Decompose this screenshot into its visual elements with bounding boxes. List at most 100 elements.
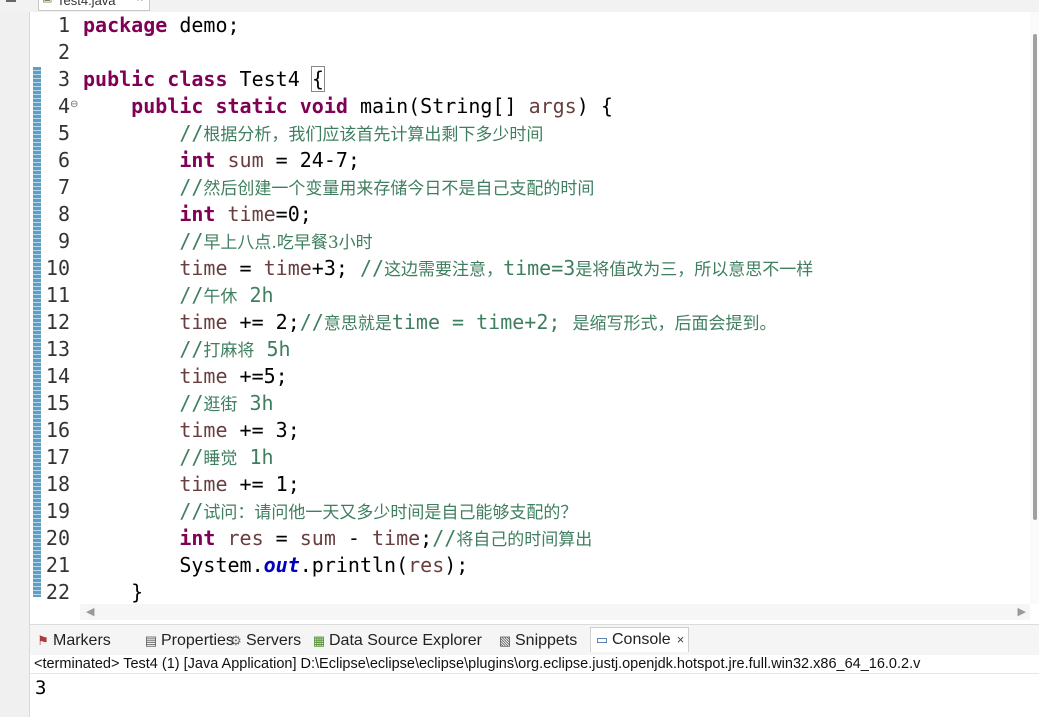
tab-snippets[interactable]: ▧ Snippets	[498, 629, 577, 653]
code-token: //	[179, 229, 204, 253]
line-number: 20	[45, 526, 70, 550]
code-token: class	[167, 67, 228, 91]
code-token: static	[215, 94, 288, 118]
line-number: 5	[57, 121, 70, 145]
overview-ruler[interactable]	[1030, 12, 1039, 604]
code-line[interactable]: 7 //然后创建一个变量用来存储今日不是自己支配的时间	[30, 174, 1030, 201]
tab-console[interactable]: ▭ Console ×	[590, 627, 690, 652]
code-line[interactable]: 18 time += 1;	[30, 471, 1030, 498]
code-token: 意思就是	[323, 314, 392, 334]
close-icon[interactable]: ×	[137, 0, 143, 6]
code-text: time +=5;	[83, 363, 288, 390]
code-line[interactable]: 15 //逛街 3h	[30, 390, 1030, 417]
line-number: 6	[57, 148, 70, 172]
code-editor[interactable]: 1 package demo; 2 3 public class Test4 {4 ⊖ p…	[30, 12, 1039, 620]
code-line[interactable]: 9 //早上八点.吃早餐3小时	[30, 228, 1030, 255]
code-line[interactable]: 10 time = time+3; //这边需要注意，time=3是将值改为三，…	[30, 255, 1030, 282]
line-number: 22	[45, 580, 70, 604]
horizontal-scrollbar[interactable]: ◀ ▶	[80, 604, 1030, 620]
code-line[interactable]: 21 System.out.println(res);	[30, 552, 1030, 579]
code-line[interactable]: 13 //打麻将 5h	[30, 336, 1030, 363]
code-line[interactable]: 22 }	[30, 579, 1030, 606]
code-token: 根据分析，我们应该首先计算出剩下多少时间	[203, 125, 544, 145]
code-text: //试问：请问他一天又多少时间是自己能够支配的？	[83, 498, 577, 527]
code-line[interactable]: 3 public class Test4 {	[30, 66, 1030, 93]
code-token: time	[179, 310, 228, 334]
code-token: //	[179, 175, 204, 199]
code-line[interactable]: 17 //睡觉 1h	[30, 444, 1030, 471]
code-line[interactable]: 6 int sum = 24-7;	[30, 147, 1030, 174]
code-token: time	[227, 202, 276, 226]
code-token: 打麻将	[203, 341, 255, 361]
servers-icon: ⚙	[230, 633, 242, 648]
code-line[interactable]: 8 int time=0;	[30, 201, 1030, 228]
code-token: 然后创建一个变量用来存储今日不是自己支配的时间	[203, 179, 595, 199]
code-line[interactable]: 2	[30, 39, 1030, 66]
code-text: int sum = 24-7;	[83, 147, 360, 174]
line-number: 3	[57, 67, 70, 91]
code-token: 是将值改为三，所以意思不一样	[575, 260, 814, 280]
code-token: //	[179, 337, 204, 361]
code-line[interactable]: 5 //根据分析，我们应该首先计算出剩下多少时间	[30, 120, 1030, 147]
code-line[interactable]: 12 time += 2;//意思就是time = time+2; 是缩写形式，…	[30, 309, 1030, 336]
code-token: +=5;	[227, 364, 288, 388]
tab-label: Properties	[161, 632, 234, 649]
fold-toggle-icon[interactable]: ⊖	[70, 93, 78, 117]
code-token: 3h	[237, 391, 274, 415]
code-text: time = time+3; //这边需要注意，time=3是将值改为三，所以意…	[83, 255, 813, 284]
tab-properties[interactable]: ▤ Properties	[144, 629, 234, 653]
tab-datasource[interactable]: ▦ Data Source Explorer	[312, 629, 482, 653]
code-line[interactable]: 1 package demo;	[30, 12, 1030, 39]
code-text: public class Test4 {	[83, 66, 325, 93]
minimize-icon[interactable]	[6, 0, 16, 2]
code-token: demo;	[167, 13, 240, 37]
database-icon: ▦	[312, 633, 326, 648]
code-token: sum	[227, 148, 264, 172]
scroll-right-icon[interactable]: ▶	[1018, 605, 1026, 618]
scroll-left-icon[interactable]: ◀	[86, 605, 94, 618]
code-text: package demo;	[83, 12, 240, 39]
code-line[interactable]: 11 //午休 2h	[30, 282, 1030, 309]
editor-tab-test4[interactable]: ▣ Test4.java ×	[38, 0, 150, 11]
code-line[interactable]: 14 time +=5;	[30, 363, 1030, 390]
console-output[interactable]: 3	[35, 677, 46, 699]
code-token: =	[227, 256, 264, 280]
code-token: 5h	[254, 337, 291, 361]
code-token: 早上八点.吃早餐3小时	[203, 233, 373, 253]
tab-servers[interactable]: ⚙ Servers	[229, 629, 301, 653]
vertical-scrollbar-thumb[interactable]	[1033, 34, 1037, 520]
code-token: =0;	[275, 202, 312, 226]
line-number: 17	[45, 445, 70, 469]
code-line[interactable]: 16 time += 3;	[30, 417, 1030, 444]
code-token: );	[444, 553, 469, 577]
console-icon: ▭	[595, 632, 609, 647]
code-token: //	[179, 391, 204, 415]
code-text: //早上八点.吃早餐3小时	[83, 228, 373, 257]
code-token: //	[359, 256, 385, 280]
code-token: //	[179, 499, 204, 523]
code-line[interactable]: 4 ⊖ public static void main(String[] args…	[30, 93, 1030, 120]
code-token: main(String[]	[347, 94, 529, 118]
line-number: 4	[57, 94, 70, 118]
code-text: //根据分析，我们应该首先计算出剩下多少时间	[83, 120, 543, 149]
code-token: int	[179, 202, 216, 226]
code-line[interactable]: 20 int res = sum - time;//将自己的时间算出	[30, 525, 1030, 552]
code-token: }	[83, 580, 144, 604]
code-line[interactable]: 19 //试问：请问他一天又多少时间是自己能够支配的？	[30, 498, 1030, 525]
tab-markers[interactable]: ⚑ Markers	[36, 629, 111, 653]
code-token: time	[179, 364, 228, 388]
code-text: System.out.println(res);	[83, 552, 468, 579]
code-token: int	[179, 148, 216, 172]
java-file-icon: ▣	[42, 0, 52, 5]
tab-label: Data Source Explorer	[329, 632, 482, 649]
line-number: 19	[45, 499, 70, 523]
line-number: 9	[57, 229, 70, 253]
code-text: //午休 2h	[83, 282, 273, 311]
close-icon[interactable]: ×	[677, 632, 685, 647]
